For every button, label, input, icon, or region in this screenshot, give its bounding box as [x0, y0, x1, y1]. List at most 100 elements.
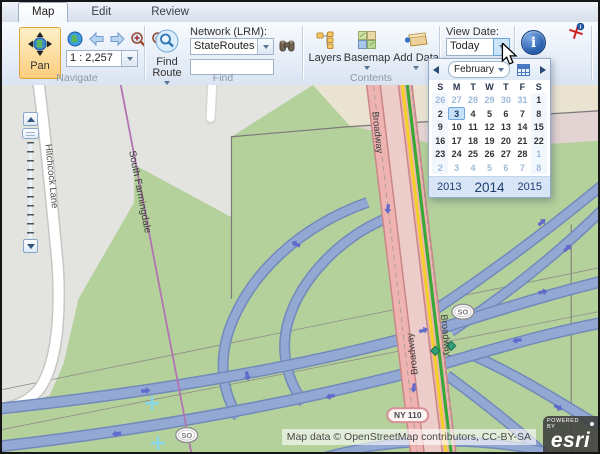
calendar-day[interactable]: 13	[498, 120, 514, 134]
calendar-day[interactable]: 27	[448, 93, 464, 107]
calendar-year-row: 2013 2014 2015	[429, 176, 550, 197]
chevron-down-icon	[499, 45, 505, 49]
calendar-day[interactable]: 25	[465, 147, 481, 161]
map-zoom-slider	[22, 112, 39, 253]
pan-globe-icon	[27, 31, 53, 60]
esri-globe-dot	[590, 422, 594, 426]
calendar-day[interactable]: 28	[514, 147, 530, 161]
svg-text:SO: SO	[181, 431, 192, 440]
calendar-day[interactable]: 27	[498, 147, 514, 161]
calendar-year[interactable]: 2015	[518, 181, 542, 193]
calendar-day[interactable]: 5	[481, 161, 497, 175]
view-date-dropdown-button[interactable]	[494, 38, 510, 56]
parkway-shield: SO	[452, 304, 474, 319]
parkway-shield: SO	[176, 428, 198, 443]
tab-edit[interactable]: Edit	[78, 3, 124, 22]
calendar-day[interactable]: 2	[432, 161, 448, 175]
chevron-down-icon	[127, 57, 133, 61]
map-attribution: Map data © OpenStreetMap contributors, C…	[282, 429, 536, 445]
calendar-day[interactable]: 10	[448, 120, 464, 134]
calendar-day[interactable]: 7	[514, 107, 530, 121]
chevron-down-icon	[364, 66, 370, 70]
network-dropdown-button[interactable]	[257, 39, 273, 54]
basemap-icon	[358, 31, 376, 52]
calendar-prev-month-button[interactable]	[433, 66, 439, 74]
calendar-day[interactable]: 29	[481, 93, 497, 107]
calendar-day[interactable]: 23	[432, 147, 448, 161]
calendar-day[interactable]: 3	[448, 161, 464, 175]
calendar-grid-icon[interactable]	[517, 64, 530, 76]
calendar-day[interactable]: 1	[531, 93, 547, 107]
calendar-day-headers: S M T W T F S	[429, 80, 550, 93]
group-separator	[144, 26, 145, 80]
esri-logo: POWERED BY esri	[543, 416, 598, 452]
calendar-day[interactable]: 1	[531, 147, 547, 161]
chevron-down-icon	[263, 45, 269, 49]
calendar-day[interactable]: 31	[514, 93, 530, 107]
view-date-calendar-popup: February S M T W T F S 26272829303112345…	[428, 58, 551, 198]
calendar-day[interactable]: 26	[432, 93, 448, 107]
calendar-day[interactable]: 3	[448, 107, 464, 121]
calendar-day[interactable]: 4	[465, 107, 481, 121]
calendar-day[interactable]: 21	[514, 134, 530, 148]
calendar-day[interactable]: 8	[531, 161, 547, 175]
calendar-next-month-button[interactable]	[540, 66, 546, 74]
zoom-slider-up-button[interactable]	[23, 112, 38, 126]
binoculars-icon[interactable]	[279, 38, 295, 58]
calendar-day[interactable]: 24	[448, 147, 464, 161]
scale-dropdown-button[interactable]	[121, 51, 137, 66]
calendar-day[interactable]: 12	[481, 120, 497, 134]
calendar-month-label: February	[454, 64, 494, 75]
find-route-magnifier-icon	[155, 29, 179, 56]
tab-review[interactable]: Review	[138, 3, 202, 22]
calendar-day[interactable]: 6	[498, 161, 514, 175]
scale-combobox[interactable]: 1 : 2,257	[66, 50, 138, 67]
network-combobox[interactable]: StateRoutes	[190, 38, 274, 55]
basemap-label: Basemap	[344, 52, 390, 64]
calendar-day[interactable]: 11	[465, 120, 481, 134]
identify-location-icon[interactable]: i	[568, 23, 585, 45]
forward-arrow-icon[interactable]	[108, 30, 126, 48]
tab-map[interactable]: Map	[18, 2, 68, 22]
calendar-day[interactable]: 8	[531, 107, 547, 121]
calendar-day[interactable]: 15	[531, 120, 547, 134]
calendar-day[interactable]: 16	[432, 134, 448, 148]
chevron-down-icon	[413, 66, 419, 70]
group-label-find: Find	[148, 72, 298, 84]
calendar-day[interactable]: 22	[531, 134, 547, 148]
zoom-slider-handle[interactable]	[22, 128, 39, 139]
calendar-day[interactable]: 19	[481, 134, 497, 148]
calendar-day[interactable]: 18	[465, 134, 481, 148]
calendar-day[interactable]: 20	[498, 134, 514, 148]
calendar-year-current[interactable]: 2014	[474, 180, 504, 195]
calendar-day[interactable]: 14	[514, 120, 530, 134]
info-icon: i	[531, 35, 536, 51]
calendar-day[interactable]: 4	[465, 161, 481, 175]
esri-wordmark: esri	[547, 430, 594, 452]
zoom-slider-track[interactable]	[26, 142, 35, 238]
calendar-day[interactable]: 17	[448, 134, 464, 148]
calendar-day[interactable]: 6	[498, 107, 514, 121]
calendar-grid: 2627282930311234567891011121314151617181…	[429, 93, 550, 174]
zoom-slider-down-button[interactable]	[23, 239, 38, 253]
add-data-icon	[404, 31, 428, 52]
calendar-day[interactable]: 30	[498, 93, 514, 107]
full-extent-globe-icon[interactable]	[66, 30, 84, 48]
back-arrow-icon[interactable]	[87, 30, 105, 48]
layers-button[interactable]: Layers	[306, 28, 344, 78]
calendar-day[interactable]: 26	[481, 147, 497, 161]
calendar-day[interactable]: 2	[432, 107, 448, 121]
info-button[interactable]: i	[521, 30, 546, 55]
network-value: StateRoutes	[191, 39, 257, 54]
ribbon-tab-bar: Map Edit Review	[2, 2, 598, 23]
app-window: Map Edit Review Pan	[0, 0, 600, 454]
calendar-month-dropdown[interactable]: February	[448, 61, 510, 78]
calendar-year[interactable]: 2013	[437, 181, 461, 193]
layers-label: Layers	[308, 52, 341, 64]
calendar-day[interactable]: 9	[432, 120, 448, 134]
scale-value: 1 : 2,257	[67, 51, 121, 66]
calendar-day[interactable]: 7	[514, 161, 530, 175]
group-label-navigate: Navigate	[12, 72, 142, 84]
calendar-day[interactable]: 5	[481, 107, 497, 121]
calendar-day[interactable]: 28	[465, 93, 481, 107]
